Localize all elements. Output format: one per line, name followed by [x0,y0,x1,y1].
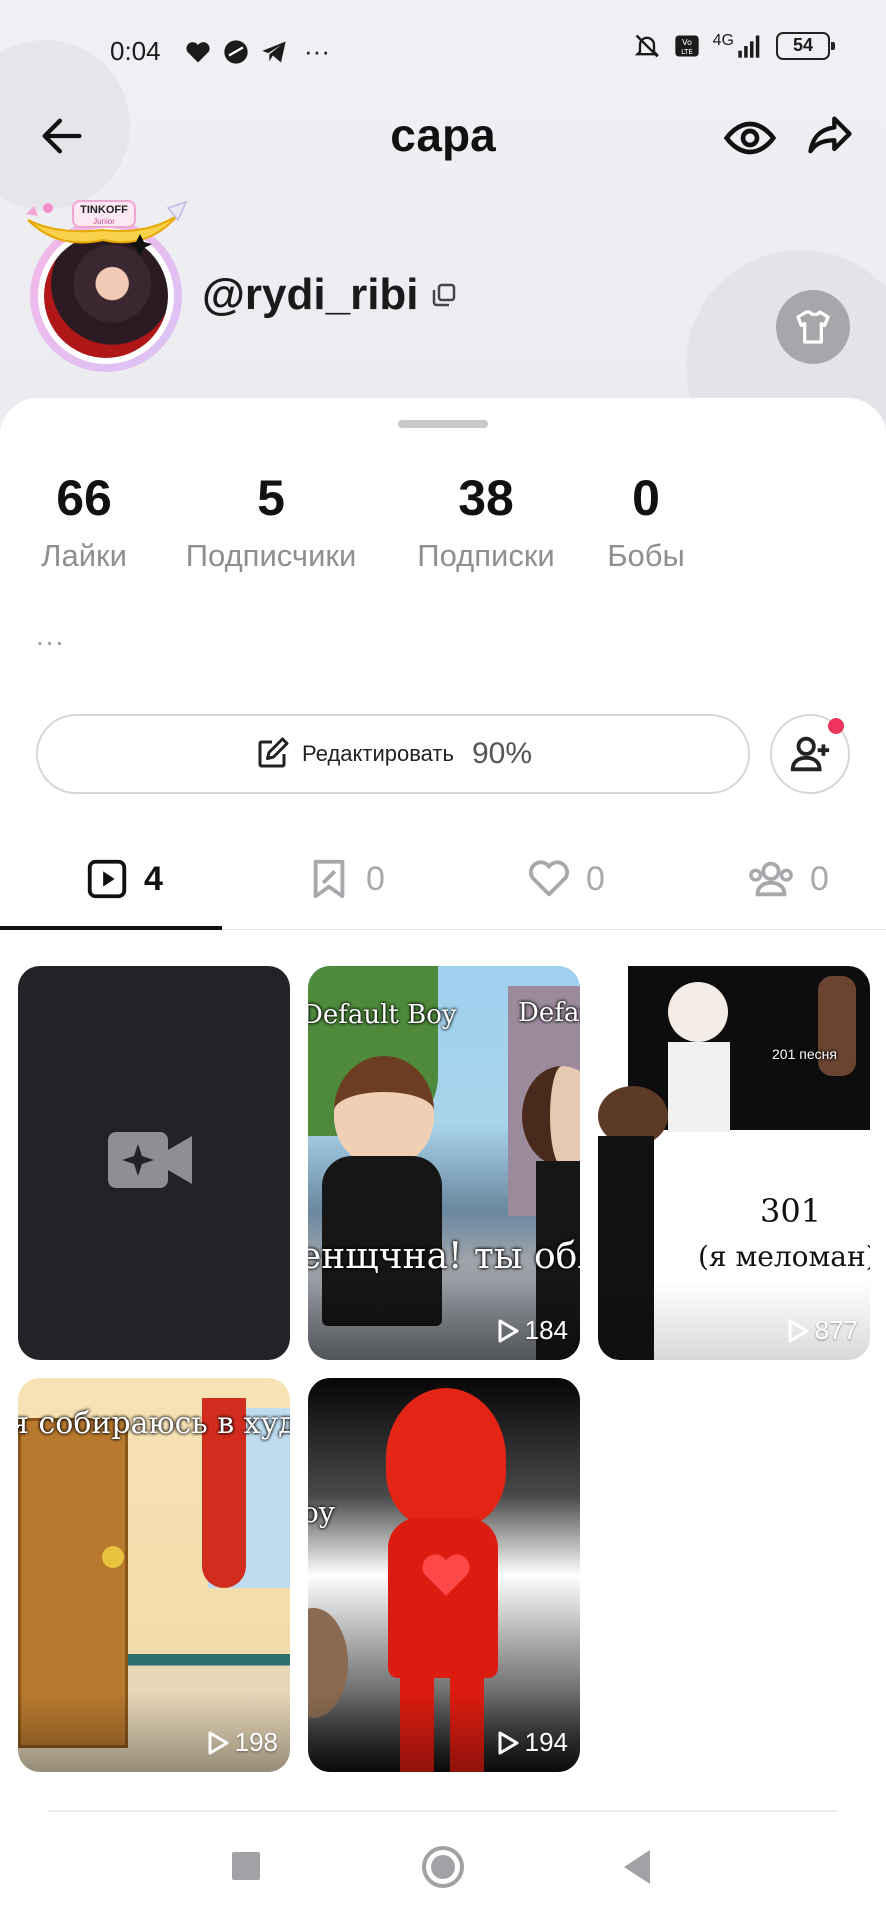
tinkoff-badge: TINKOFF Junior [72,200,136,228]
profile-sheet: 66 Лайки 5 Подписчики 38 Подписки 0 Бобы… [0,398,886,1920]
stat-label: Подписчики [185,538,357,573]
play-icon [498,1319,519,1342]
tab-group[interactable]: 0 [746,856,829,902]
tshirt-icon [796,310,830,344]
volte-icon: VoLTE [674,35,699,57]
create-video-tile[interactable] [18,966,290,1360]
character-head [334,1056,434,1166]
view-count-value: 184 [524,1315,568,1345]
divider [48,1810,838,1812]
video-caption: 201 песня [772,1046,837,1062]
play-icon [788,1319,809,1342]
sheet-handle[interactable] [398,420,488,428]
group-icon [749,861,793,897]
telegram-icon [262,41,286,62]
content-tabs: 4 0 0 0 [0,838,886,930]
badge-sub: Junior [93,217,115,226]
stat-label: Лайки [41,538,127,573]
view-count: 184 [497,1315,568,1346]
more-notifications-icon: ··· [304,36,330,66]
video-caption: 301 [760,1192,822,1230]
tab-count: 0 [586,859,605,898]
outfit-button[interactable] [776,290,850,364]
play-icon [208,1731,229,1754]
tab-count: 0 [810,859,829,898]
bell-muted-icon [634,34,659,58]
bio-text[interactable]: ... [36,620,65,652]
status-bar: 0:04 ··· Vo LTE 4G 54 [0,0,886,100]
video-caption: я собираюсь в худож [18,1406,290,1441]
bookmark-icon [313,859,345,899]
video-tile[interactable]: 201 песня 301 (я меломан) 877 [598,966,870,1360]
stat-following[interactable]: 38 Подписки [410,468,562,574]
stat-value: 0 [632,470,660,526]
system-back-button[interactable] [624,1850,650,1884]
stat-value: 38 [458,470,514,526]
stat-label: Бобы [607,538,685,573]
video-caption: енщчна! ты обяза [308,1236,580,1277]
signal-icon [738,35,760,58]
battery-indicator: 54 [776,32,835,60]
battery-level: 54 [792,35,814,55]
character-body [668,1042,730,1132]
copy-icon[interactable] [429,280,459,310]
character-head [668,982,728,1042]
svg-text:Vo: Vo [682,37,692,47]
recents-button[interactable] [232,1852,260,1880]
view-count: 194 [497,1727,568,1758]
character-body [388,1518,498,1678]
view-count-value: 877 [814,1315,858,1345]
character-head [386,1388,506,1528]
add-user-icon [790,736,830,772]
heart-icon [529,860,569,897]
view-count: 198 [207,1727,278,1758]
network-type: 4G [712,32,734,49]
view-count: 877 [787,1315,858,1346]
tab-indicator [0,926,222,930]
tab-count: 0 [366,859,385,898]
video-caption: Defau [518,998,580,1028]
door-knob [102,1546,124,1568]
video-caption: Default Boy [308,1000,457,1030]
stat-label: Подписки [417,538,555,573]
stat-likes[interactable]: 66 Лайки [36,468,132,574]
heart-sticker [422,1554,470,1596]
svg-text:LTE: LTE [681,48,693,56]
edit-label: Редактировать [301,741,454,766]
stat-beans[interactable]: 0 Бобы [604,468,688,574]
badge-brand: TINKOFF [80,204,128,216]
username-text: @rydi_ribi [202,270,419,319]
play-icon [498,1731,519,1754]
view-count-value: 198 [234,1727,278,1757]
notification-dot [828,718,844,734]
camera-plus-icon [108,1132,192,1188]
tab-liked[interactable]: 0 [526,856,605,902]
video-icon [87,859,127,899]
video-caption: oy [308,1496,335,1529]
share-icon[interactable] [804,110,856,162]
app-notification-icon [224,39,248,64]
edit-profile-button[interactable]: Редактировать 90% [36,714,750,794]
status-time: 0:04 [110,36,161,66]
stat-value: 5 [257,470,285,526]
username: @rydi_ribi [202,270,459,320]
stat-followers[interactable]: 5 Подписчики [178,468,364,574]
edit-icon [258,737,289,768]
system-navigation-bar [0,1810,886,1920]
view-count-value: 194 [524,1727,568,1757]
profile-completion: 90% [471,737,533,770]
video-tile[interactable]: Default Boy Defau енщчна! ты обяза 184 [308,966,580,1360]
home-button[interactable] [422,1846,464,1888]
heart-notification-icon [186,41,210,62]
tab-videos[interactable]: 4 [84,856,163,902]
tab-count: 4 [144,859,163,898]
video-caption: (я меломан) [698,1240,870,1273]
video-tile[interactable]: oy 194 [308,1378,580,1772]
stat-value: 66 [56,470,112,526]
video-tile[interactable]: я собираюсь в худож 198 [18,1378,290,1772]
tab-saved[interactable]: 0 [306,856,385,902]
add-friend-button[interactable] [770,714,850,794]
eye-icon[interactable] [722,110,778,166]
